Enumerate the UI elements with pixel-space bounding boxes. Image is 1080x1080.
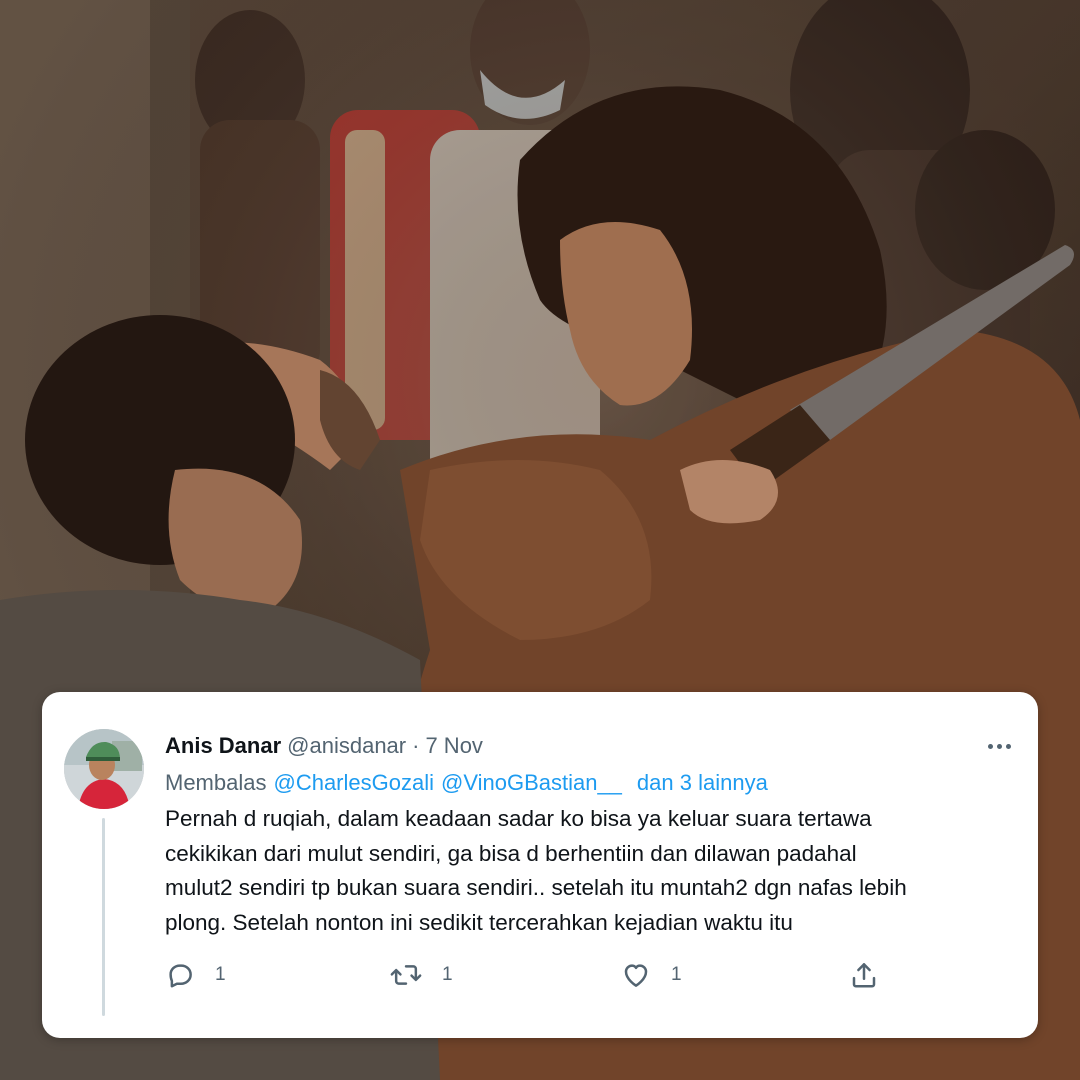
more-dot [1005,743,1011,749]
retweet-icon [390,960,422,990]
retweet-count: 1 [442,964,453,985]
display-name[interactable]: Anis Danar [165,733,281,759]
like-button[interactable]: 1 [621,956,682,994]
tweet-date[interactable]: 7 Nov [425,733,482,759]
tweet-text-line: mulut2 sendiri tp bukan suara sendiri.. … [165,875,907,900]
reply-icon [165,960,195,990]
replying-to: Membalas @CharlesGozali @VinoGBastian__ … [165,767,768,799]
more-options-button[interactable] [984,732,1014,760]
user-handle[interactable]: @anisdanar [287,733,406,759]
share-button[interactable] [849,956,879,994]
like-count: 1 [671,964,682,985]
tweet-text-line: plong. Setelah nonton ini sedikit tercer… [165,909,793,935]
reply-count: 1 [215,964,226,985]
tweet-text-line: Pernah d ruqiah, dalam keadaan sadar ko … [165,806,872,831]
heart-icon [621,960,651,990]
avatar[interactable] [64,729,144,809]
more-dot [996,743,1002,749]
reply-button[interactable]: 1 [165,956,226,994]
others-link[interactable]: dan 3 lainnya [637,770,768,796]
tweet-text-line: cekikikan dari mulut sendiri, ga bisa d … [165,840,857,866]
more-dot [987,743,993,749]
mention-link[interactable]: @VinoGBastian__ [441,770,622,796]
mention-link[interactable]: @CharlesGozali [273,770,434,796]
thread-line [102,818,105,1016]
tweet-text: Pernah d ruqiah, dalam keadaan sadar ko … [165,802,1005,940]
reply-prefix: Membalas [165,770,267,795]
tweet-header: Anis Danar @anisdanar · 7 Nov [165,730,483,762]
tweet-card[interactable]: Anis Danar @anisdanar · 7 Nov Membalas @… [42,692,1038,1038]
tweet-actions: 1 1 1 [165,956,885,994]
retweet-button[interactable]: 1 [390,956,453,994]
separator-dot: · [412,733,420,758]
share-icon [849,960,879,990]
